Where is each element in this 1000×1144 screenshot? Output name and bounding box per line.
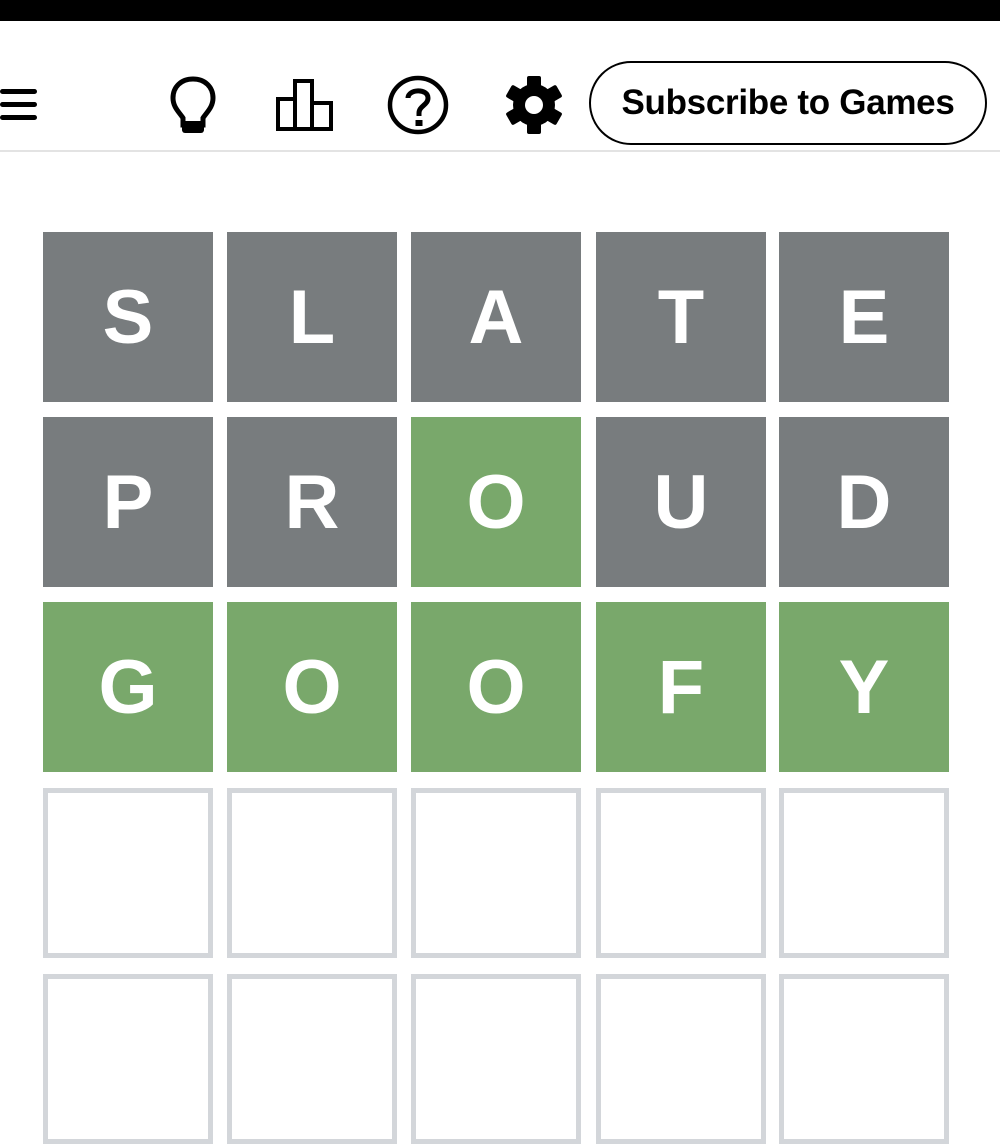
tile-r2-c5: D xyxy=(779,417,949,587)
tile-r2-c1: P xyxy=(43,417,213,587)
tile-r4-c2 xyxy=(227,788,397,958)
lightbulb-icon[interactable] xyxy=(168,75,218,135)
tile-r2-c4: U xyxy=(596,417,766,587)
tile-r3-c2: O xyxy=(227,602,397,772)
tile-r1-c3: A xyxy=(411,232,581,402)
menu-icon[interactable] xyxy=(0,89,38,123)
help-question-icon[interactable] xyxy=(386,75,450,135)
tile-r1-c4: T xyxy=(596,232,766,402)
top-black-bar xyxy=(0,0,1000,21)
tile-r2-c2: R xyxy=(227,417,397,587)
header: Subscribe to Games xyxy=(0,21,1000,152)
tile-r4-c4 xyxy=(596,788,766,958)
tile-r4-c5 xyxy=(779,788,949,958)
tile-r3-c5: Y xyxy=(779,602,949,772)
tile-r3-c1: G xyxy=(43,602,213,772)
subscribe-button[interactable]: Subscribe to Games xyxy=(589,61,987,145)
tile-r4-c3 xyxy=(411,788,581,958)
tile-r1-c1: S xyxy=(43,232,213,402)
tile-r3-c3: O xyxy=(411,602,581,772)
tile-r1-c5: E xyxy=(779,232,949,402)
tile-r2-c3: O xyxy=(411,417,581,587)
stats-bar-chart-icon[interactable] xyxy=(274,79,336,131)
settings-gear-icon[interactable] xyxy=(503,75,565,135)
tile-r4-c1 xyxy=(43,788,213,958)
tile-r1-c2: L xyxy=(227,232,397,402)
tile-r3-c4: F xyxy=(596,602,766,772)
